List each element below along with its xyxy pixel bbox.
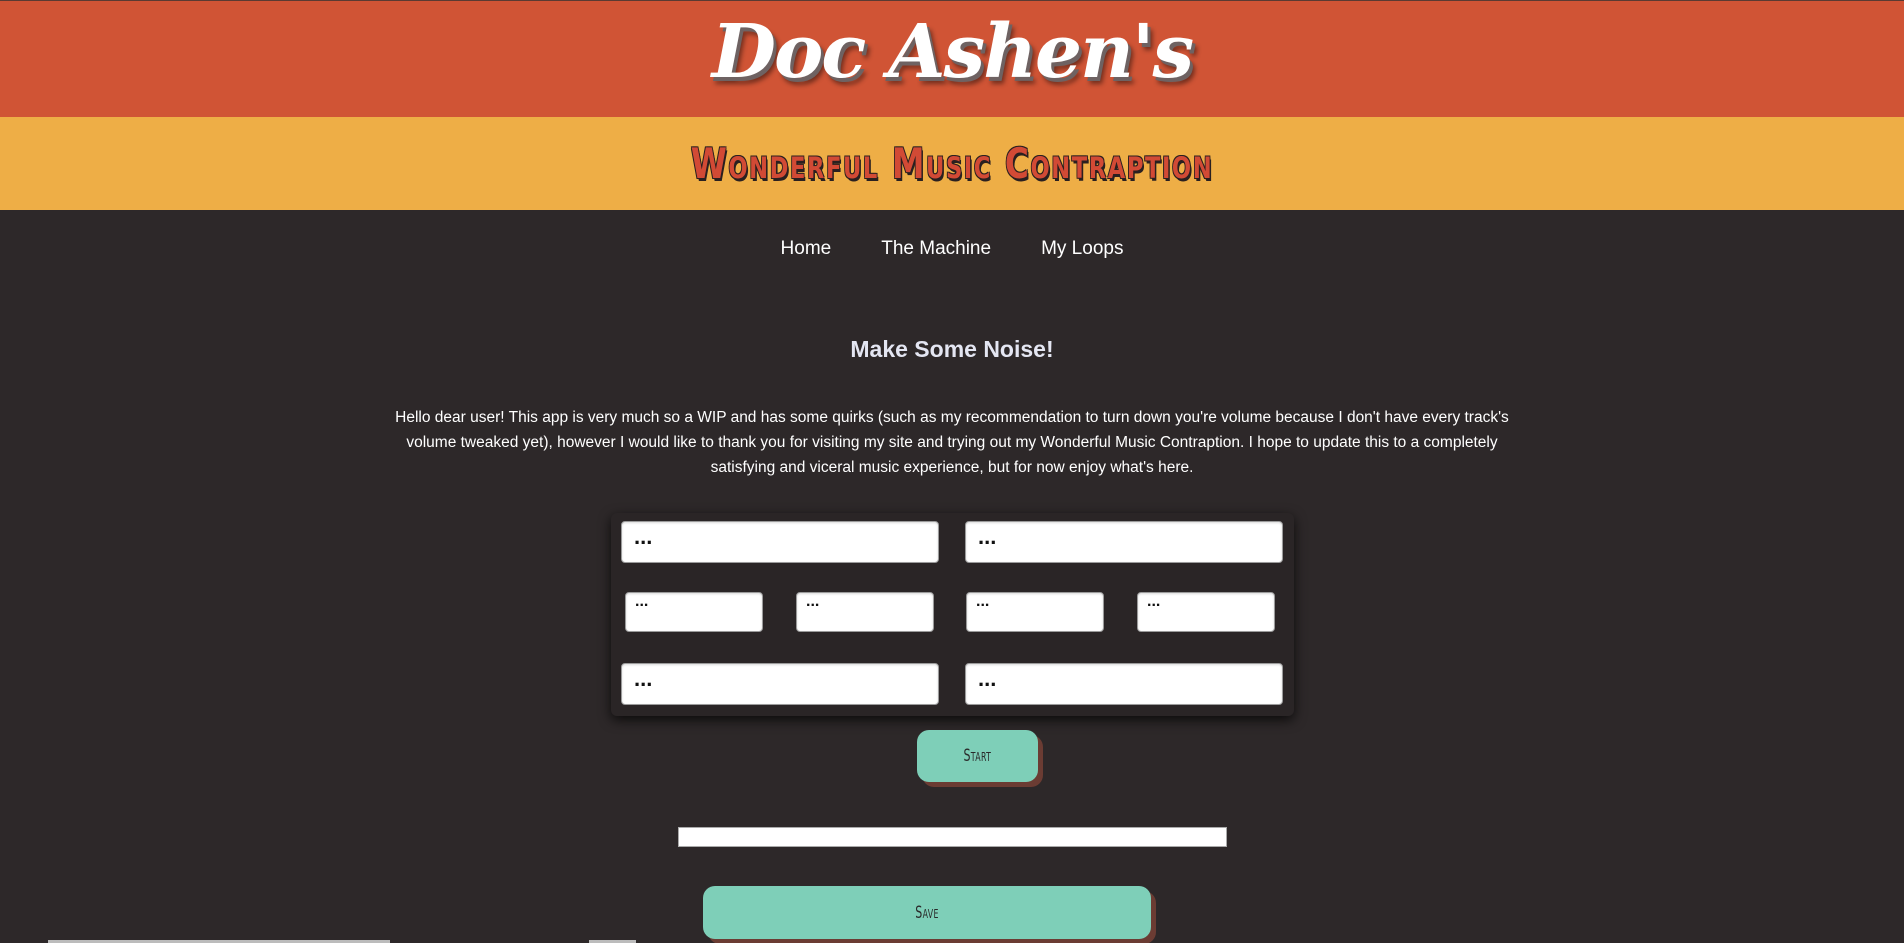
save-button[interactable]: Save bbox=[703, 886, 1151, 939]
brand-title: Doc Ashen's bbox=[711, 9, 1194, 95]
intro-text: Hello dear user! This app is very much s… bbox=[395, 409, 1509, 476]
nav-link-the-machine[interactable]: The Machine bbox=[881, 238, 991, 260]
site-subheader: Wonderful Music Contraption bbox=[0, 117, 1904, 210]
loop-field-7[interactable]: ... bbox=[621, 663, 939, 705]
brand-subtitle: Wonderful Music Contraption bbox=[690, 139, 1214, 188]
progress-bar bbox=[678, 827, 1227, 847]
save-button-label: Save bbox=[915, 902, 939, 923]
loop-field-2[interactable]: ... bbox=[965, 521, 1283, 563]
start-button-label: Start bbox=[963, 746, 992, 766]
loop-field-3[interactable]: ... bbox=[625, 592, 763, 632]
main-nav: Home The Machine My Loops bbox=[0, 238, 1904, 260]
nav-link-my-loops[interactable]: My Loops bbox=[1041, 238, 1123, 260]
loop-field-6[interactable]: ... bbox=[1137, 592, 1275, 632]
start-button[interactable]: Start bbox=[917, 730, 1038, 782]
loop-field-4[interactable]: ... bbox=[796, 592, 934, 632]
loop-field-5[interactable]: ... bbox=[966, 592, 1104, 632]
site-header: Doc Ashen's bbox=[0, 0, 1904, 117]
loop-field-1[interactable]: ... bbox=[621, 521, 939, 563]
nav-link-home[interactable]: Home bbox=[781, 238, 832, 260]
loop-field-8[interactable]: ... bbox=[965, 663, 1283, 705]
loop-input-panel: ... ... ... ... ... ... ... ... bbox=[611, 513, 1294, 716]
page-heading: Make Some Noise! bbox=[850, 336, 1054, 362]
